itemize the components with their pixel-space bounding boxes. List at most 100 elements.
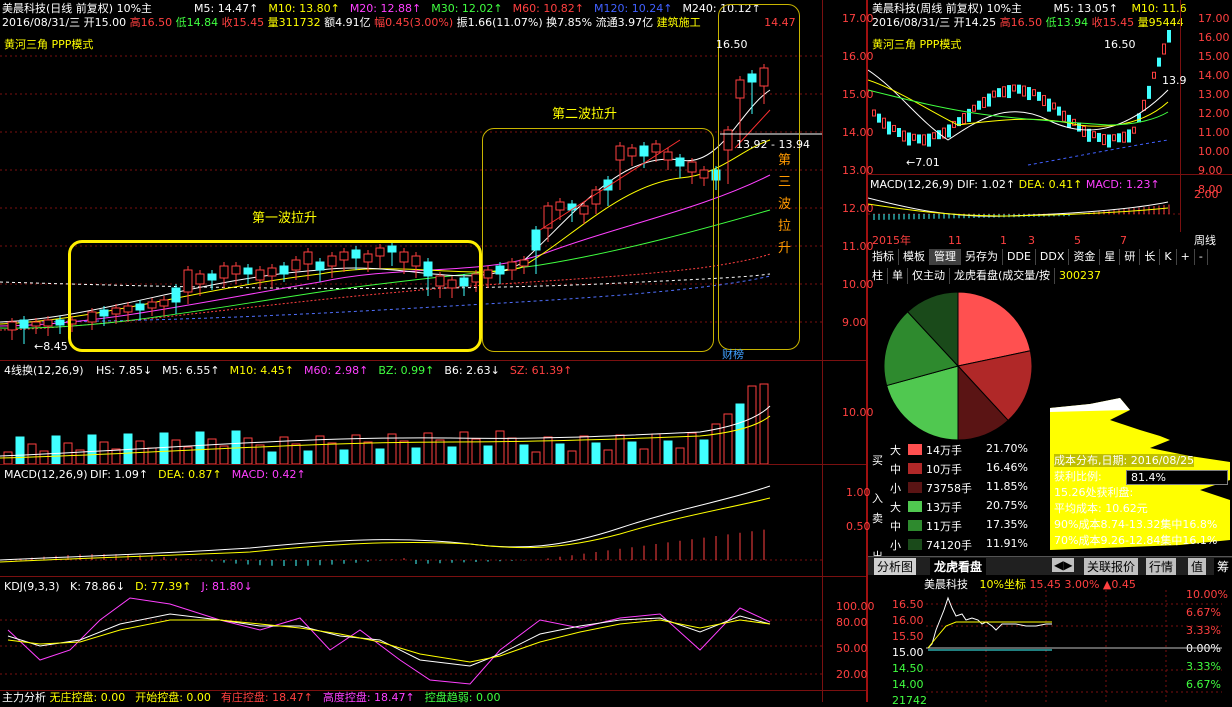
- main-chart-title: 美晨科技(日线 前复权) 10%主: [2, 2, 153, 15]
- wave3-label: 第三波拉升: [778, 150, 798, 260]
- weekly-candle: [932, 132, 936, 140]
- weekly-candle: [1057, 106, 1061, 116]
- tab-value[interactable]: 值: [1188, 558, 1207, 575]
- weekly-candle: [1017, 84, 1021, 94]
- volume-bar: [399, 440, 409, 464]
- low-price-mark: ←8.45: [34, 340, 68, 353]
- weekly-candle: [1097, 132, 1101, 142]
- wave2-label: 第二波拉升: [552, 107, 618, 122]
- wave1-highlight-box: [68, 240, 482, 352]
- volume-bar: [15, 436, 25, 464]
- macd-chart[interactable]: [0, 478, 822, 576]
- weekly-candle: [907, 132, 911, 146]
- candle-body: [31, 321, 41, 327]
- range-price-mark: 13.92 - 13.94: [736, 138, 810, 151]
- weekly-candle: [922, 134, 926, 146]
- volume-bar: [267, 451, 277, 464]
- volume-bar: [207, 438, 217, 464]
- volume-bar: [363, 441, 373, 464]
- finance-tag[interactable]: 财榜: [722, 348, 744, 361]
- weekly-candle-chart[interactable]: [868, 30, 1180, 174]
- toolbar-tab[interactable]: 星: [1100, 249, 1121, 265]
- tab-analysis-chart[interactable]: 分析图: [874, 558, 917, 575]
- kdj-axis-label: 20.00: [836, 668, 868, 681]
- toolbar-tab[interactable]: -: [1195, 249, 1208, 265]
- volume-bar: [531, 451, 541, 464]
- volume-bar: [675, 447, 685, 464]
- color-swatch: [908, 539, 922, 550]
- toolbar-tab[interactable]: +: [1177, 249, 1195, 265]
- ma-legend: M5: 14.47↑ M10: 13.80↑ M20: 12.88↑ M30: 12.…: [194, 2, 771, 15]
- price-axis-label: 9.00: [842, 316, 867, 329]
- order-flow-row: 大 14万手 21.70%: [890, 442, 1050, 458]
- bottom-bar-item: 有庄控盘: 18.47↑: [220, 691, 313, 704]
- side-char: 买: [872, 454, 883, 467]
- toolbar-tab[interactable]: 另存为: [961, 249, 1003, 265]
- intraday-chart[interactable]: [926, 590, 1222, 702]
- color-swatch: [908, 501, 922, 512]
- order-flow-row: 大 13万手 20.75%: [890, 499, 1050, 515]
- tab-dragon-tiger[interactable]: 龙虎看盘: [930, 558, 987, 575]
- volume-bar: [723, 413, 733, 464]
- tab-chips[interactable]: 筹: [1214, 558, 1232, 575]
- tab-prev-icon[interactable]: ◀▶: [1052, 558, 1075, 572]
- right-panel: 美晨科技(周线 前复权) 10%主 M5: 13.05↑ M10: 11.6 2…: [868, 0, 1232, 707]
- toolbar-tab[interactable]: 指标: [868, 249, 899, 265]
- order-size-label: 大: [890, 444, 901, 457]
- ma-legend-item: M10: 13.80↑: [268, 2, 340, 15]
- volume-bar: [327, 442, 337, 464]
- toolbar2-tab[interactable]: 柱: [868, 268, 888, 284]
- bottom-bar-item: 开始控盘: 0.00: [135, 691, 211, 704]
- toolbar-tab[interactable]: 模板: [899, 249, 930, 265]
- weekly-macd-chart[interactable]: [868, 190, 1180, 234]
- macd-axis-label: 1.00: [846, 486, 871, 499]
- weekly-candle: [1062, 110, 1066, 122]
- toolbar-tab[interactable]: DDX: [1036, 249, 1070, 265]
- ma-legend-item: M60: 10.82↑: [512, 2, 585, 15]
- tab-market[interactable]: 行情: [1146, 558, 1177, 575]
- order-percent: 11.91%: [986, 537, 1028, 550]
- order-flow-pie-chart: [883, 291, 1033, 441]
- weekly-candle: [1112, 134, 1116, 142]
- volume-chart[interactable]: [0, 376, 822, 464]
- bottom-bar-item: 高度控盘: 18.47↑: [322, 691, 415, 704]
- weekly-candle: [902, 130, 906, 142]
- toolbar-tab[interactable]: 长: [1140, 249, 1161, 265]
- toolbar-tab[interactable]: K: [1160, 249, 1177, 265]
- volume-bar: [567, 450, 577, 464]
- order-size-label: 中: [890, 463, 901, 476]
- weekly-candle: [1117, 133, 1121, 143]
- volume-bar: [159, 432, 169, 464]
- wave2-highlight-box: [482, 128, 714, 352]
- toolbar-tab[interactable]: 资金: [1069, 249, 1101, 265]
- weekly-axis-label: 17.00: [1198, 12, 1230, 25]
- toolbar2-tab[interactable]: 单: [888, 268, 908, 284]
- weekly-candle: [912, 133, 916, 141]
- toolbar2-tab[interactable]: 龙虎看盘(成交量/按: [950, 268, 1055, 284]
- weekly-candle: [872, 109, 876, 117]
- kdj-chart[interactable]: [0, 590, 822, 690]
- toolbar-tab[interactable]: DDE: [1003, 249, 1036, 265]
- toolbar-tab[interactable]: 管理: [930, 249, 961, 265]
- volume-bar: [699, 439, 709, 464]
- tab-related-quotes[interactable]: 关联报价: [1084, 558, 1139, 575]
- toolbar2-tab[interactable]: 300237: [1055, 268, 1105, 284]
- main-chart-area[interactable]: 美晨科技(日线 前复权) 10%主 M5: 14.47↑ M10: 13.80↑ M…: [0, 0, 875, 704]
- intraday-left-label: 16.50: [892, 598, 924, 611]
- weekly-candle: [977, 100, 981, 110]
- weekly-candle: [927, 133, 931, 147]
- volume-bar: [39, 450, 49, 464]
- bottom-bar-item: 控盘趋弱: 0.00: [424, 691, 501, 704]
- weekly-axis-label: 16.00: [1198, 31, 1230, 44]
- weekly-candle: [1022, 85, 1026, 97]
- order-percent: 16.46%: [986, 461, 1028, 474]
- order-percent: 17.35%: [986, 518, 1028, 531]
- weekly-period-label[interactable]: 周线: [1194, 234, 1216, 247]
- toolbar2-tab[interactable]: 仅主动: [908, 268, 950, 284]
- toolbar-tab[interactable]: 研: [1120, 249, 1141, 265]
- ma-legend-item: M20: 12.88↑: [349, 2, 422, 15]
- order-size-label: 小: [890, 539, 901, 552]
- weekly-time-label: 7: [1120, 234, 1127, 247]
- weekly-candle: [1127, 129, 1131, 143]
- weekly-axis-label: 13.00: [1198, 88, 1230, 101]
